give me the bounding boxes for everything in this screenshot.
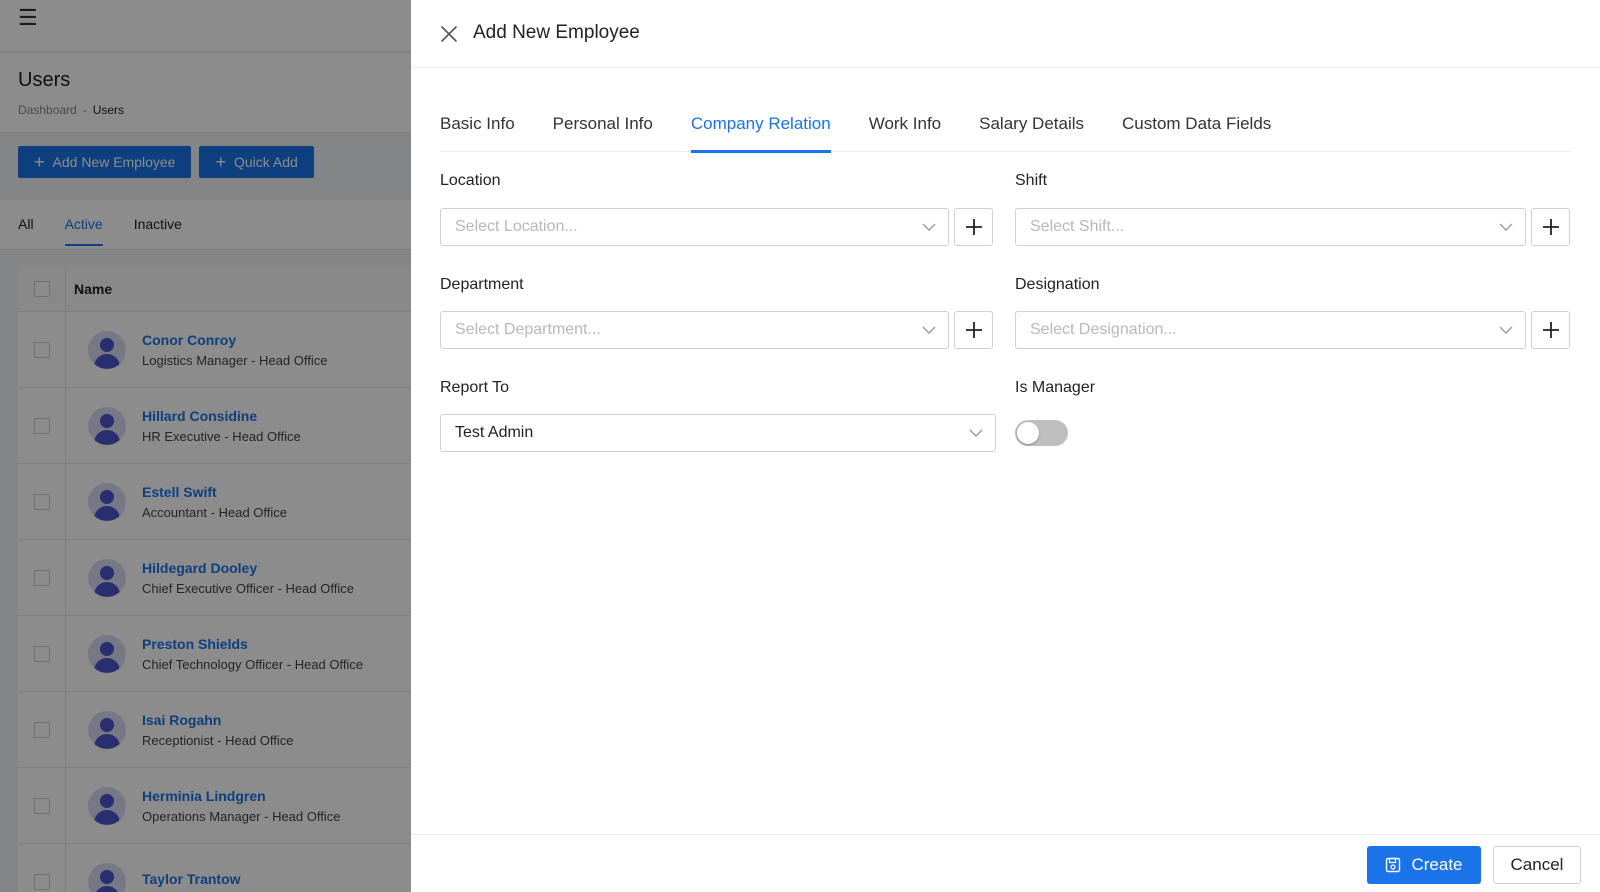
is-manager-label: Is Manager <box>1015 379 1096 396</box>
report-to-select[interactable]: Test Admin <box>440 414 996 452</box>
shift-label: Shift <box>1015 172 1048 189</box>
chevron-down-icon <box>1499 223 1513 231</box>
plus-icon <box>965 219 982 235</box>
add-designation-button[interactable] <box>1531 311 1570 349</box>
location-select[interactable]: Select Location... <box>440 208 949 246</box>
shift-select[interactable]: Select Shift... <box>1015 208 1526 246</box>
tab-basic-info[interactable]: Basic Info <box>440 100 515 152</box>
tab-company-relation[interactable]: Company Relation <box>690 100 831 153</box>
location-label: Location <box>440 172 501 189</box>
add-employee-drawer: Add New Employee Basic Info Personal Inf… <box>411 0 1600 892</box>
tab-work-info[interactable]: Work Info <box>869 100 941 152</box>
designation-select[interactable]: Select Designation... <box>1015 311 1526 349</box>
is-manager-toggle[interactable] <box>1015 420 1068 446</box>
cancel-button[interactable]: Cancel <box>1493 846 1581 884</box>
chevron-down-icon <box>1499 326 1513 334</box>
drawer-title: Add New Employee <box>473 22 640 43</box>
department-placeholder: Select Department... <box>455 321 601 338</box>
tab-custom-data-fields[interactable]: Custom Data Fields <box>1122 100 1271 152</box>
department-label: Department <box>440 276 524 293</box>
report-to-value: Test Admin <box>455 424 534 441</box>
add-department-button[interactable] <box>954 311 993 349</box>
form-tabs: Basic Info Personal Info Company Relatio… <box>440 100 1571 153</box>
location-placeholder: Select Location... <box>455 218 578 235</box>
shift-placeholder: Select Shift... <box>1030 218 1125 235</box>
add-location-button[interactable] <box>954 208 993 246</box>
plus-icon <box>1542 322 1559 338</box>
toggle-knob <box>1017 422 1039 444</box>
report-to-label: Report To <box>440 379 510 396</box>
plus-icon <box>965 322 982 338</box>
chevron-down-icon <box>922 223 936 231</box>
chevron-down-icon <box>922 326 936 334</box>
close-icon[interactable] <box>439 24 459 44</box>
tab-personal-info[interactable]: Personal Info <box>553 100 653 152</box>
create-button[interactable]: Create <box>1367 846 1481 884</box>
designation-placeholder: Select Designation... <box>1030 321 1177 338</box>
tab-salary-details[interactable]: Salary Details <box>979 100 1084 152</box>
create-label: Create <box>1411 855 1463 874</box>
chevron-down-icon <box>969 429 983 437</box>
add-shift-button[interactable] <box>1531 208 1570 246</box>
department-select[interactable]: Select Department... <box>440 311 949 349</box>
drawer-footer: Create Cancel <box>411 834 1600 892</box>
save-icon <box>1386 857 1401 873</box>
designation-label: Designation <box>1015 276 1100 293</box>
plus-icon <box>1542 219 1559 235</box>
drawer-header: Add New Employee <box>411 0 1600 68</box>
